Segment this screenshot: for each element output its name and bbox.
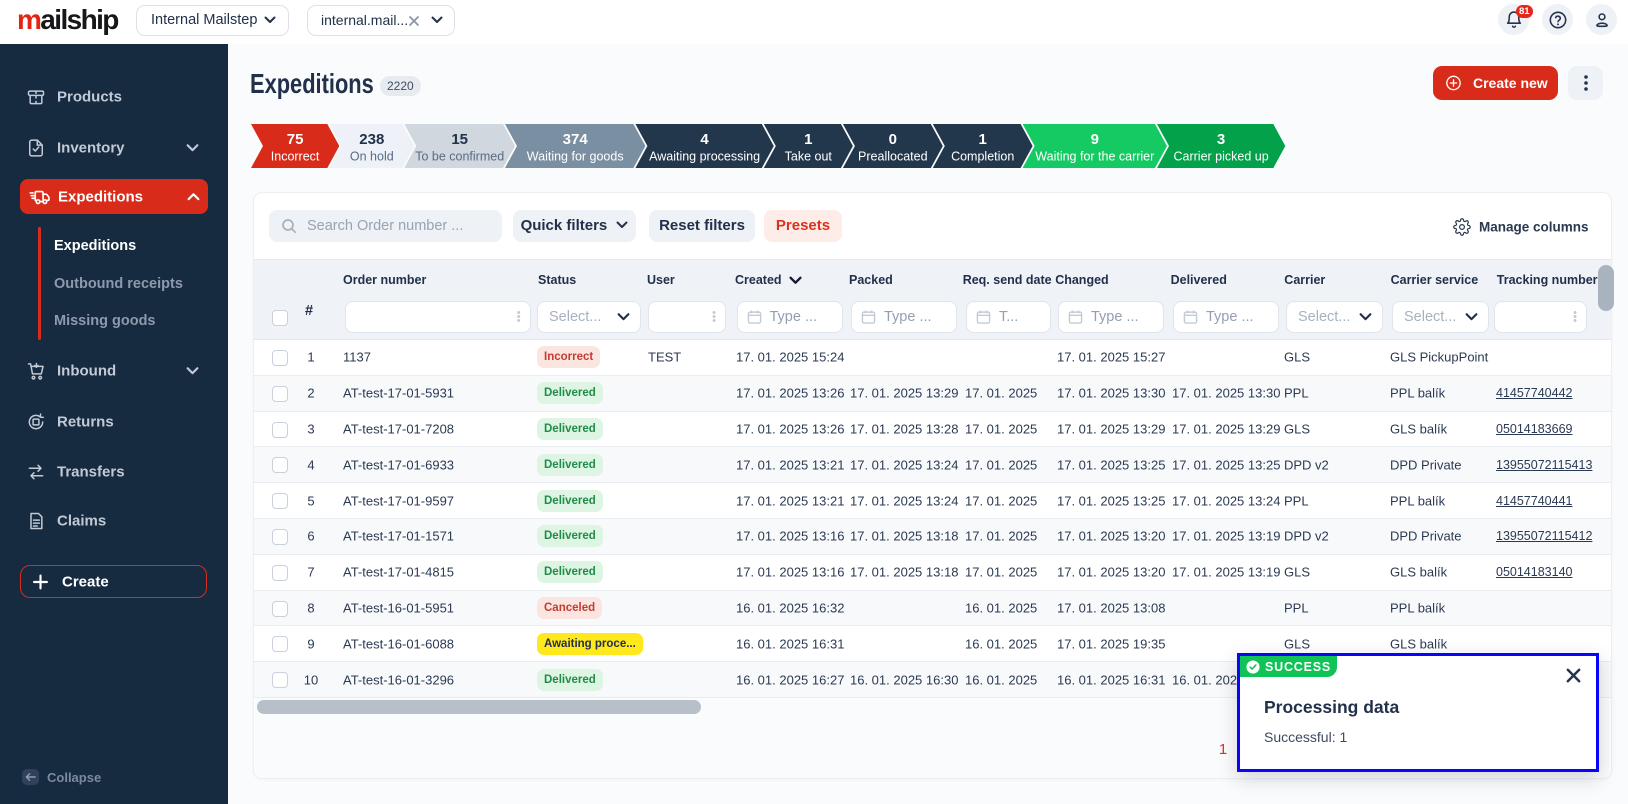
svg-text:Waiting for goods: Waiting for goods	[527, 150, 624, 164]
svg-text:3: 3	[1217, 131, 1225, 148]
svg-text:374: 374	[563, 131, 589, 148]
svg-text:15: 15	[451, 131, 468, 148]
svg-text:On hold: On hold	[350, 150, 394, 164]
svg-text:238: 238	[359, 131, 384, 148]
svg-text:Waiting for the carrier: Waiting for the carrier	[1035, 150, 1154, 164]
svg-text:1: 1	[804, 131, 812, 148]
svg-text:Preallocated: Preallocated	[858, 150, 928, 164]
svg-text:0: 0	[889, 131, 897, 148]
svg-text:4: 4	[700, 131, 709, 148]
svg-text:75: 75	[287, 131, 304, 148]
svg-text:Incorrect: Incorrect	[271, 150, 320, 164]
svg-text:Take out: Take out	[785, 150, 833, 164]
svg-text:Carrier picked up: Carrier picked up	[1174, 150, 1269, 164]
svg-text:To be confirmed: To be confirmed	[415, 150, 504, 164]
svg-text:1: 1	[979, 131, 987, 148]
svg-text:Completion: Completion	[951, 150, 1014, 164]
svg-text:Awaiting processing: Awaiting processing	[649, 150, 760, 164]
svg-text:9: 9	[1091, 131, 1099, 148]
